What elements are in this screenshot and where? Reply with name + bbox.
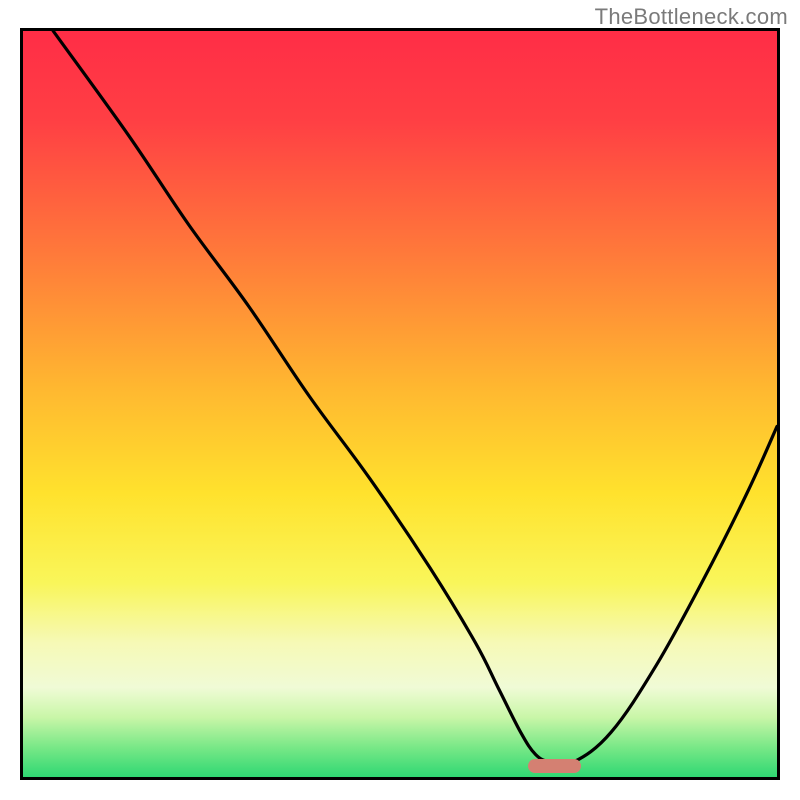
plot-area bbox=[23, 31, 777, 777]
watermark-text: TheBottleneck.com bbox=[595, 4, 788, 30]
curve-svg bbox=[23, 31, 777, 777]
bottleneck-curve-path bbox=[53, 31, 777, 765]
chart-container: TheBottleneck.com bbox=[0, 0, 800, 800]
